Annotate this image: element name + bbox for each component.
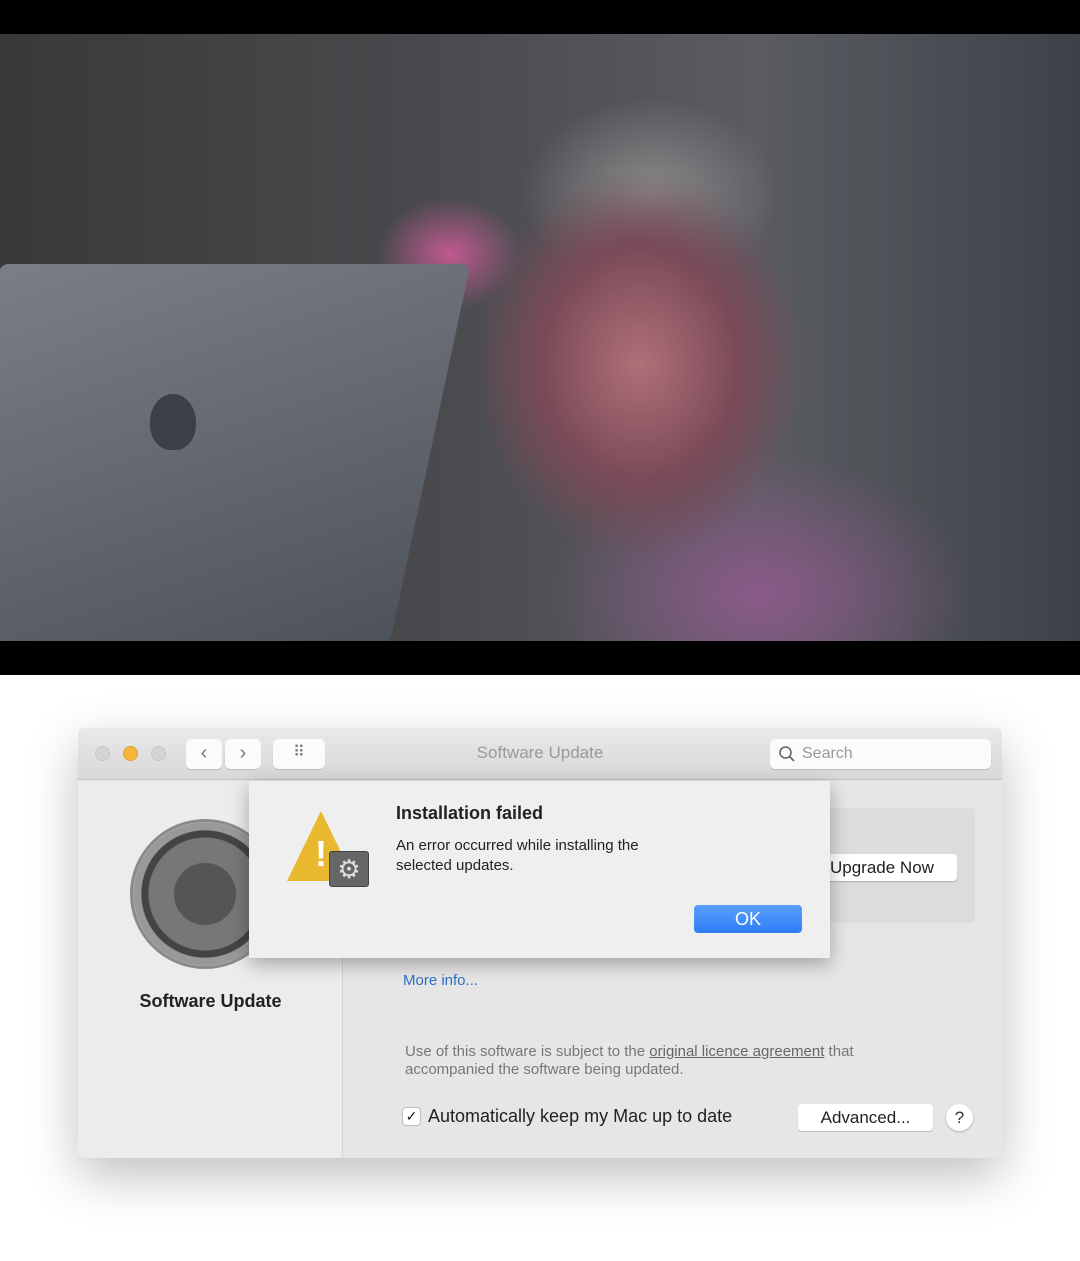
auto-update-row[interactable]: ✓ Automatically keep my Mac up to date <box>403 1106 732 1127</box>
dialog-message: An error occurred while installing the s… <box>396 837 639 874</box>
sidebar-title: Software Update <box>139 991 282 1011</box>
auto-update-checkbox[interactable]: ✓ <box>403 1108 420 1125</box>
apple-logo-icon <box>150 394 196 450</box>
licence-text: Use of this software is subject to the o… <box>405 1043 925 1079</box>
title-bar: ‹ › ⠿ Software Update Search <box>78 728 1002 780</box>
laptop-lid <box>0 264 471 641</box>
photo <box>0 34 1080 641</box>
dialog-title: Installation failed <box>396 803 544 823</box>
advanced-button[interactable]: Advanced... <box>798 1104 933 1131</box>
search-input[interactable]: Search <box>770 739 991 769</box>
warning-exclamation: ! <box>315 833 327 874</box>
licence-agreement-link[interactable]: original licence agreement <box>649 1043 824 1060</box>
software-update-window: ‹ › ⠿ Software Update Search Software Up… <box>78 728 1002 1158</box>
search-placeholder: Search <box>802 745 853 762</box>
more-info-link[interactable]: More info... <box>403 972 478 989</box>
upgrade-now-button[interactable]: Upgrade Now <box>820 854 957 881</box>
system-preferences-badge-icon: ⚙ <box>329 851 369 887</box>
licence-pre: Use of this software is subject to the <box>405 1043 650 1060</box>
photo-frame <box>0 0 1080 675</box>
ok-button[interactable]: OK <box>694 905 802 933</box>
search-icon <box>779 746 795 762</box>
help-button[interactable]: ? <box>946 1104 973 1131</box>
alert-dialog: ! ⚙ Installation failed An error occurre… <box>249 781 830 958</box>
auto-update-label[interactable]: Automatically keep my Mac up to date <box>428 1106 732 1127</box>
